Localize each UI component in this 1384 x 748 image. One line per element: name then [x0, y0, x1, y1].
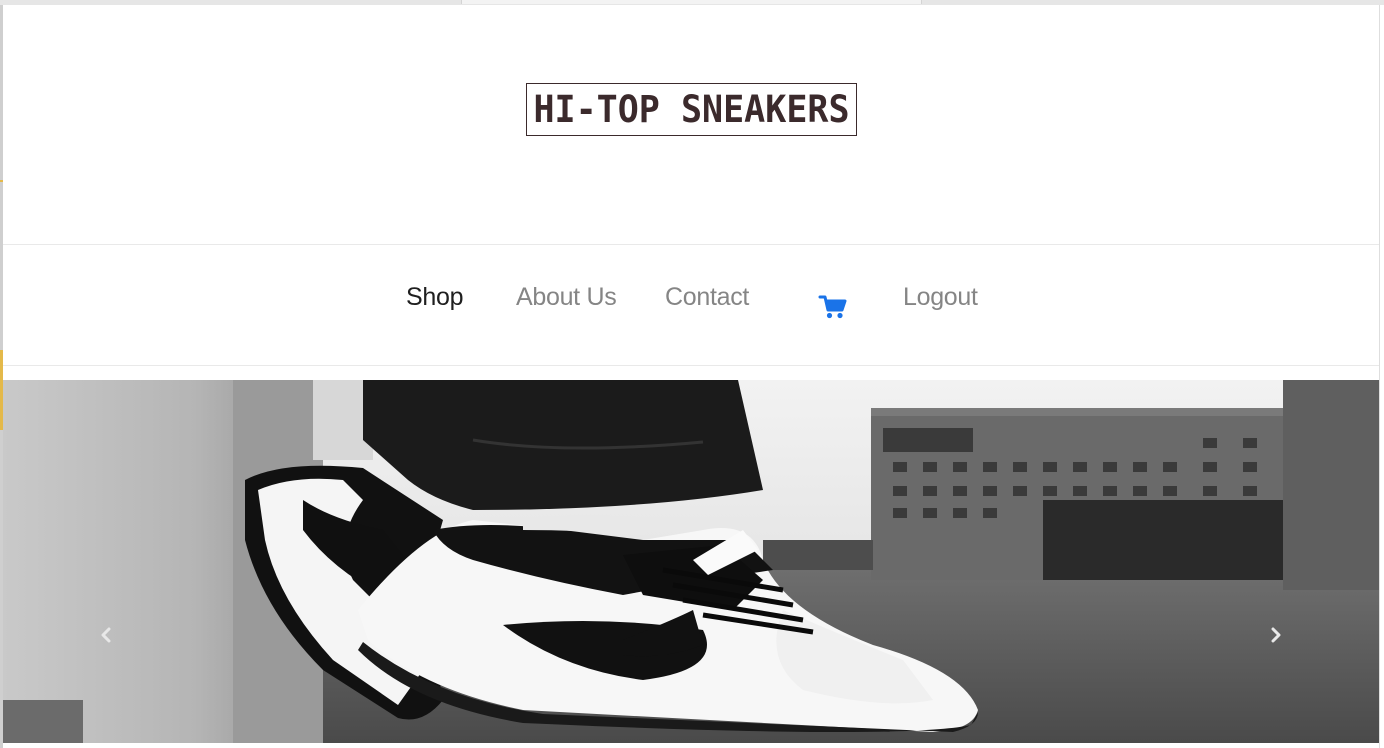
hero-carousel: [3, 380, 1379, 743]
carousel-prev-button[interactable]: [91, 620, 121, 650]
nav-about-us[interactable]: About Us: [516, 283, 617, 312]
browser-active-tab[interactable]: [461, 0, 922, 4]
nav-shop[interactable]: Shop: [406, 283, 463, 312]
site-logo[interactable]: HI-TOP SNEAKERS: [526, 83, 857, 136]
nav-contact[interactable]: Contact: [665, 283, 749, 312]
chevron-right-icon: [1271, 627, 1281, 643]
chevron-left-icon: [101, 627, 111, 643]
site-header: HI-TOP SNEAKERS: [3, 5, 1379, 244]
shopping-cart-icon[interactable]: [818, 294, 848, 320]
right-window-edge: [1379, 5, 1384, 748]
carousel-next-button[interactable]: [1261, 620, 1291, 650]
main-navigation: Shop About Us Contact Logout: [3, 244, 1379, 366]
hero-image: [3, 380, 1379, 743]
logo-text: HI-TOP SNEAKERS: [533, 87, 850, 132]
nav-logout[interactable]: Logout: [903, 283, 978, 312]
